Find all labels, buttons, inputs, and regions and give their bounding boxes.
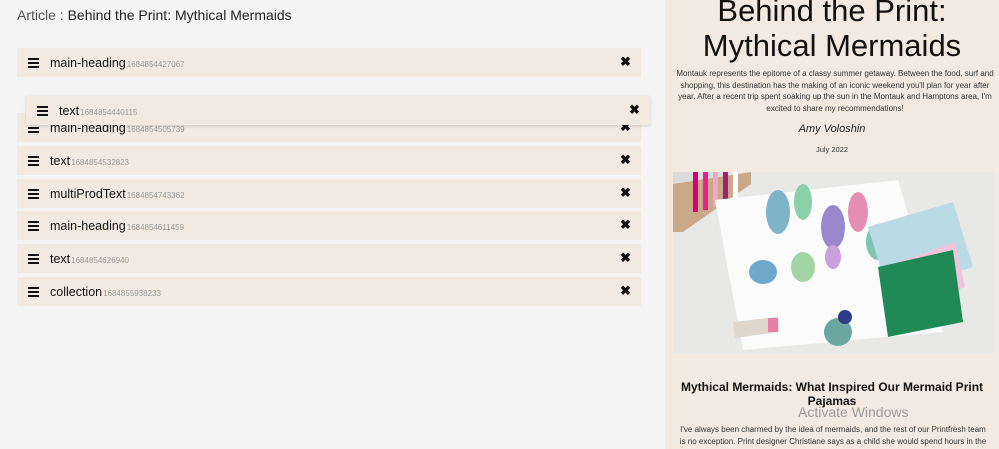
section-name: collection [50, 284, 103, 299]
editor-panel: Article : Behind the Print: Mythical Mer… [0, 0, 665, 449]
section-id: 1684854611459 [126, 223, 184, 232]
preview-body: I've always been charmed by the idea of … [679, 425, 987, 449]
drag-handle-icon[interactable] [28, 286, 39, 297]
preview-title: Behind the Print: Mythical Mermaids [702, 0, 962, 63]
section-id: 1684855938233 [103, 289, 161, 298]
close-icon[interactable]: ✖ [620, 55, 631, 69]
section-row[interactable]: text 1684854626940 ✖ [17, 244, 641, 273]
section-name: text [50, 251, 71, 266]
close-icon[interactable]: ✖ [620, 284, 631, 298]
section-name: text [50, 153, 71, 168]
drag-handle-icon[interactable] [37, 105, 48, 116]
close-icon[interactable]: ✖ [620, 153, 631, 167]
section-id: 1684854440115 [80, 108, 138, 117]
section-name: main-heading [50, 55, 126, 70]
drag-handle-icon[interactable] [28, 220, 39, 231]
section-name: text [59, 103, 80, 118]
preview-date: July 2022 [815, 145, 849, 154]
close-icon[interactable]: ✖ [620, 186, 631, 200]
close-icon[interactable]: ✖ [620, 218, 631, 232]
drag-handle-icon[interactable] [28, 253, 39, 264]
section-row-dragging[interactable]: text 1684854440115 ✖ [26, 96, 650, 125]
section-id: 1684854427067 [126, 60, 185, 69]
article-preview: Behind the Print: Mythical Mermaids Mont… [665, 0, 999, 449]
section-row[interactable]: text 1684854532823 ✖ [17, 146, 641, 175]
preview-author: Amy Voloshin [798, 123, 866, 135]
article-title-text: Behind the Print: Mythical Mermaids [67, 7, 292, 23]
section-row[interactable]: multiProdText 1684854743362 ✖ [17, 179, 641, 208]
section-row[interactable]: collection 1684855938233 ✖ [17, 277, 641, 306]
section-row[interactable]: main-heading 1684854427067 ✖ [17, 48, 641, 77]
section-id: 1684854743362 [126, 191, 185, 200]
page-title: Article : Behind the Print: Mythical Mer… [17, 7, 292, 23]
section-id: 1684854505739 [126, 125, 185, 134]
close-icon[interactable]: ✖ [629, 103, 640, 117]
article-label: Article : [17, 7, 64, 23]
section-id: 1684854626940 [71, 256, 129, 265]
section-name: multiProdText [50, 186, 126, 201]
section-row[interactable]: main-heading 1684854611459 ✖ [17, 211, 641, 240]
drag-handle-icon[interactable] [28, 188, 39, 199]
drag-handle-icon[interactable] [28, 57, 39, 68]
preview-intro: Montauk represents the epitome of a clas… [676, 69, 994, 113]
mermaid-print-image [673, 172, 995, 353]
section-id: 1684854532823 [71, 158, 129, 167]
activate-windows-watermark: Activate Windows [798, 404, 909, 420]
drag-handle-icon[interactable] [28, 155, 39, 166]
close-icon[interactable]: ✖ [620, 251, 631, 265]
section-name: main-heading [50, 218, 126, 233]
